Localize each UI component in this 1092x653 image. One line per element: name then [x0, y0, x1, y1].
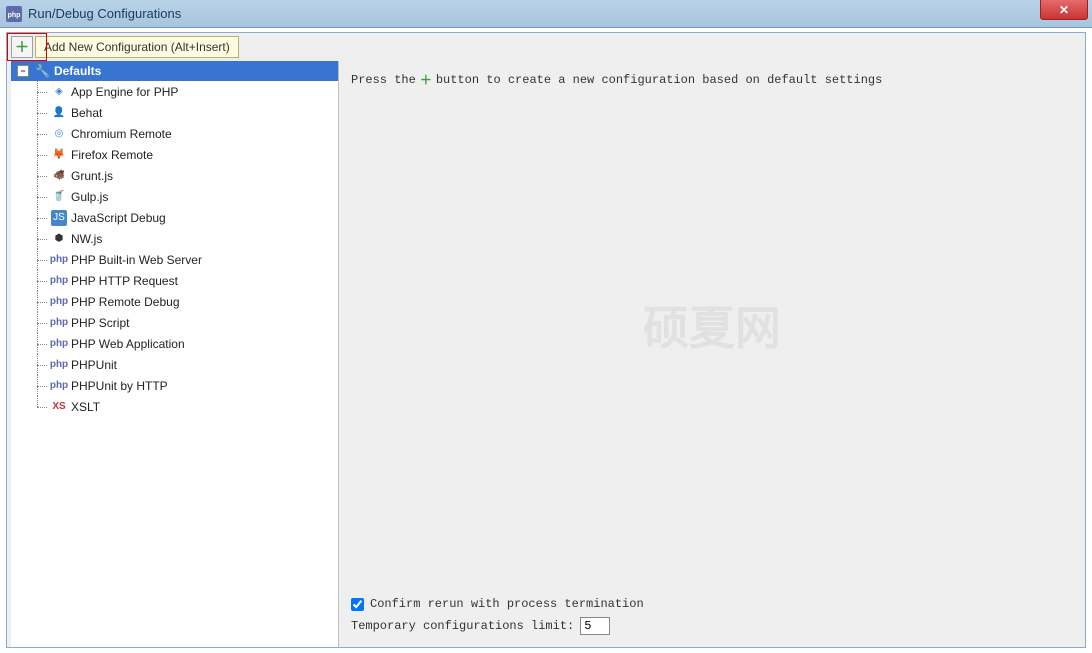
titlebar: php Run/Debug Configurations ✕ — [0, 0, 1092, 28]
window-title: Run/Debug Configurations — [28, 6, 181, 21]
phpunit-icon: php — [51, 357, 67, 373]
tree-item-label: Gulp.js — [71, 190, 108, 204]
content-body: − 🔧 Defaults ◈ App Engine for PHP 👤 Behat ◎ C… — [7, 61, 1085, 647]
behat-icon: 👤 — [51, 105, 67, 121]
tree-line — [37, 354, 51, 375]
tree-item-label: XSLT — [71, 400, 100, 414]
tree-item-label: App Engine for PHP — [71, 85, 178, 99]
grunt-icon: 🐗 — [51, 168, 67, 184]
php-remote-icon: php — [51, 294, 67, 310]
close-button[interactable]: ✕ — [1040, 0, 1088, 20]
tree-item[interactable]: 🐗 Grunt.js — [37, 165, 338, 186]
tree-item-label: PHPUnit — [71, 358, 117, 372]
tree-item-label: Firefox Remote — [71, 148, 153, 162]
tree-item-label: Grunt.js — [71, 169, 113, 183]
tree-item[interactable]: php PHP Built-in Web Server — [37, 249, 338, 270]
tree-line — [37, 144, 51, 165]
tree-item[interactable]: 👤 Behat — [37, 102, 338, 123]
hint-text: Press the ＋ button to create a new confi… — [351, 71, 1073, 88]
js-debug-icon: JS — [51, 210, 67, 226]
tree-item[interactable]: php PHPUnit by HTTP — [37, 375, 338, 396]
tree-children: ◈ App Engine for PHP 👤 Behat ◎ Chromium Remot… — [11, 81, 338, 417]
tree-item-label: Behat — [71, 106, 102, 120]
tree-item-label: NW.js — [71, 232, 102, 246]
tree-line — [37, 333, 51, 354]
php-web-icon: php — [51, 336, 67, 352]
tree-item[interactable]: php PHP Remote Debug — [37, 291, 338, 312]
tree-item[interactable]: ◎ Chromium Remote — [37, 123, 338, 144]
tree-root-defaults[interactable]: − 🔧 Defaults — [11, 61, 338, 81]
tree-line — [37, 312, 51, 333]
collapse-icon[interactable]: − — [17, 65, 29, 77]
tree-item[interactable]: ⬢ NW.js — [37, 228, 338, 249]
toolbar: ＋ Add New Configuration (Alt+Insert) — [7, 33, 1085, 61]
tree-item[interactable]: php PHPUnit — [37, 354, 338, 375]
tree-line — [37, 123, 51, 144]
confirm-rerun-label[interactable]: Confirm rerun with process termination — [370, 597, 644, 611]
tree-line — [37, 291, 51, 312]
tree-item-label: PHP HTTP Request — [71, 274, 178, 288]
tree-item-label: JavaScript Debug — [71, 211, 166, 225]
tree-item[interactable]: XS XSLT — [37, 396, 338, 417]
phpunit-http-icon: php — [51, 378, 67, 394]
temp-limit-label: Temporary configurations limit: — [351, 619, 574, 633]
tree-item[interactable]: 🥤 Gulp.js — [37, 186, 338, 207]
tree-line — [37, 102, 51, 123]
tree-item[interactable]: JS JavaScript Debug — [37, 207, 338, 228]
hint-pre: Press the — [351, 73, 416, 87]
tree-line — [37, 186, 51, 207]
tree-item[interactable]: 🦊 Firefox Remote — [37, 144, 338, 165]
tree-item-label: Chromium Remote — [71, 127, 172, 141]
configurations-tree: − 🔧 Defaults ◈ App Engine for PHP 👤 Behat ◎ C… — [11, 61, 339, 647]
tree-item-label: PHP Script — [71, 316, 129, 330]
tree-item[interactable]: php PHP Script — [37, 312, 338, 333]
add-configuration-button[interactable]: ＋ — [11, 36, 33, 58]
details-pane: Press the ＋ button to create a new confi… — [339, 61, 1085, 647]
tree-line — [37, 207, 51, 228]
chromium-icon: ◎ — [51, 126, 67, 142]
tree-item-label: PHP Remote Debug — [71, 295, 180, 309]
tree-item-label: PHPUnit by HTTP — [71, 379, 168, 393]
dialog-frame: ＋ Add New Configuration (Alt+Insert) − 🔧… — [6, 32, 1086, 648]
tree-line — [37, 165, 51, 186]
php-server-icon: php — [51, 252, 67, 268]
watermark: 硕夏网 — [643, 292, 781, 358]
tree-line — [37, 249, 51, 270]
bottom-controls: Confirm rerun with process termination T… — [351, 591, 644, 635]
plus-icon: ＋ — [420, 71, 432, 88]
tree-item-label: PHP Built-in Web Server — [71, 253, 202, 267]
tree-line — [37, 375, 51, 396]
tree-item-label: PHP Web Application — [71, 337, 185, 351]
php-script-icon: php — [51, 315, 67, 331]
plus-icon: ＋ — [15, 37, 29, 57]
app-icon: php — [6, 6, 22, 22]
tree-line — [37, 396, 51, 417]
confirm-rerun-checkbox[interactable] — [351, 598, 364, 611]
add-configuration-tooltip: Add New Configuration (Alt+Insert) — [35, 36, 239, 58]
tree-item[interactable]: ◈ App Engine for PHP — [37, 81, 338, 102]
tree-line — [37, 81, 51, 102]
hint-post: button to create a new configuration bas… — [436, 73, 882, 87]
tree-item[interactable]: php PHP Web Application — [37, 333, 338, 354]
php-http-icon: php — [51, 273, 67, 289]
temp-limit-input[interactable] — [580, 617, 610, 635]
wrench-icon: 🔧 — [35, 64, 50, 78]
app-engine-icon: ◈ — [51, 84, 67, 100]
firefox-icon: 🦊 — [51, 147, 67, 163]
tree-root-label: Defaults — [54, 64, 101, 78]
tree-item[interactable]: php PHP HTTP Request — [37, 270, 338, 291]
tree-line — [37, 228, 51, 249]
nwjs-icon: ⬢ — [51, 231, 67, 247]
gulp-icon: 🥤 — [51, 189, 67, 205]
tree-line — [37, 270, 51, 291]
svg-text:php: php — [8, 12, 21, 19]
xslt-icon: XS — [51, 399, 67, 415]
close-icon: ✕ — [1059, 3, 1069, 17]
